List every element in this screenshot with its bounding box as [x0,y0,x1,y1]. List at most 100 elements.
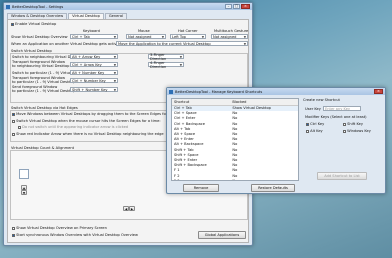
transport-neighbour-key-select[interactable]: Ctrl + Arrow Key ▼ [70,62,118,67]
create-shortcut-header: Create new Shortcut [303,98,340,102]
show-primary-row[interactable]: Show Virtual Desktop Overview on Primary… [12,226,107,230]
transport-particular-key-select[interactable]: Ctrl + Number Key ▼ [70,78,118,83]
chevron-down-icon: ▼ [243,41,246,46]
show-primary-checkbox[interactable] [12,226,15,230]
col-header-hot-corner: Hot Corner [178,29,198,33]
chevron-down-icon: ▼ [179,62,182,67]
maximize-button[interactable]: □ [233,4,240,9]
alt-key-row[interactable]: Alt Key [306,129,323,133]
start-sync-row[interactable]: Start synchronous Window Overview with V… [12,233,138,237]
show-vd-hot-corner-value: Left Top [172,34,186,39]
show-vd-mouse-select[interactable]: Not assigned ▼ [126,34,166,39]
grid-horizontal-stepper: ◀ ▶ [123,206,135,211]
red-indicator-label: Show red Indicator Arrow when there is n… [16,132,164,136]
switch-neighbour-gesture-select[interactable]: 3-Finger Direction ▼ [148,52,184,61]
chevron-down-icon: ▼ [243,34,246,39]
show-primary-label: Show Virtual Desktop Overview on Primary… [16,226,107,230]
hot-edges-opt3-row[interactable]: Do not switch until the appearing indica… [18,125,128,129]
indicator-click-label: Do not switch until the appearing indica… [22,125,129,129]
send-particular-label: Send foreground Window to particular (1 … [12,85,75,93]
transport-particular-key-value: Ctrl + Number Key [72,78,106,83]
restore-defaults-button[interactable]: Restore Defaults [251,184,295,192]
chevron-down-icon: ▼ [201,34,204,39]
start-sync-checkbox[interactable] [12,233,15,237]
minimize-button[interactable]: – [225,4,232,9]
switch-particular-key-value: Alt + Number Key [72,70,105,75]
shortcut-list[interactable]: Shortcut Blocked Ctrl + Tab Show Virtual … [171,98,299,181]
shortcut-rows: Ctrl + Tab Show Virtual Desktop Ctrl + Spa… [172,105,298,181]
hot-edges-opt1-row[interactable]: Move Windows between Virtual Desktops by… [12,112,181,116]
dialog-app-icon [169,89,173,94]
start-sync-label: Start synchronous Window Overview with V… [16,233,138,237]
user-key-input[interactable]: Enter any Key [323,106,361,111]
chevron-down-icon: ▼ [113,70,116,75]
show-vd-keyboard-value: Ctrl + Tab [72,34,90,39]
chevron-down-icon: ▼ [113,34,116,39]
window-title: BetterDesktopTool - Settings [12,4,64,9]
col-header-multitouch: Multitouch Gesture [214,29,249,33]
switch-neighbour-key-select[interactable]: Alt + Arrow Key ▼ [70,54,118,59]
shortcut-row[interactable]: F 3 No [172,178,298,181]
hot-edges-opt4-row[interactable]: Show red Indicator Arrow when there is n… [12,132,164,136]
ctrl-key-checkbox[interactable] [306,122,309,126]
transport-particular-label: Transport foreground Window to particula… [12,76,75,84]
hot-edges-opt2-row[interactable]: Switch Virtual Desktop when the mouse cu… [12,119,161,123]
modifier-header: Modifier Keys (Select one at least) [305,115,367,119]
send-particular-key-select[interactable]: Shift + Number Key ▼ [70,87,118,92]
alt-key-checkbox[interactable] [306,129,309,133]
app-activated-value: Move the Application to the current Virt… [118,41,211,46]
ctrl-key-row[interactable]: Ctrl Key [306,122,324,126]
chevron-down-icon: ▼ [161,34,164,39]
transport-neighbour-gesture-value: 4-Finger Direction [150,60,167,69]
switch-neighbour-gesture-value: 3-Finger Direction [150,52,167,61]
switch-particular-key-select[interactable]: Alt + Number Key ▼ [70,70,118,75]
send-particular-key-value: Shift + Number Key [72,87,108,92]
remove-button[interactable]: Remove [183,184,219,192]
switch-neighbour-key-value: Alt + Arrow Key [72,54,101,59]
global-applications-button[interactable]: Global Applications [198,231,246,239]
grid-stepper: ▲ ▼ [21,185,27,195]
col-header-mouse: Mouse [138,29,150,33]
show-vd-keyboard-select[interactable]: Ctrl + Tab ▼ [70,34,118,39]
red-indicator-checkbox[interactable] [12,132,15,136]
transport-neighbour-label: Transport foreground Window to neighbour… [12,60,70,68]
shortcuts-dialog: BetterDesktopTool - Manage Keyboard Shor… [166,87,386,194]
enable-vd-checkbox[interactable] [11,22,14,26]
shift-key-checkbox[interactable] [343,122,346,126]
shift-key-row[interactable]: Shift Key [343,122,363,126]
chevron-down-icon: ▼ [113,54,116,59]
windows-key-checkbox[interactable] [343,129,346,133]
transport-neighbour-key-value: Ctrl + Arrow Key [72,62,102,67]
ctrl-key-label: Ctrl Key [310,122,325,126]
desktop-grid-preview [19,169,29,179]
windows-key-label: Windows Key [347,129,371,133]
enable-vd-row[interactable]: Enable Virtual Desktop [11,22,56,26]
show-vd-label: Show Virtual Desktop Overview [11,35,68,39]
show-vd-multitouch-value: Not assigned [213,34,237,39]
chevron-down-icon: ▼ [179,54,182,59]
add-shortcut-button[interactable]: Add Shortcut to List [317,172,367,180]
show-vd-multitouch-select[interactable]: Not assigned ▼ [211,34,248,39]
drag-edges-checkbox[interactable] [12,112,15,116]
windows-key-row[interactable]: Windows Key [343,129,371,133]
indicator-click-checkbox[interactable] [18,125,21,129]
grid-right-arrow-icon[interactable]: ▶ [129,206,135,211]
grid-down-arrow-icon[interactable]: ▼ [21,190,27,195]
user-key-label: User Key [305,107,321,111]
dialog-title: BetterDesktopTool - Manage Keyboard Shor… [175,89,263,94]
col-header-keyboard: Keyboard [83,29,100,33]
shortcut-blocked-cell: No [232,178,238,181]
app-activated-select[interactable]: Move the Application to the current Virt… [116,41,248,46]
settings-titlebar[interactable]: BetterDesktopTool - Settings – □ × [4,3,252,10]
shortcut-key-cell: F 3 [174,178,180,181]
transport-neighbour-gesture-select[interactable]: 4-Finger Direction ▼ [148,60,184,69]
show-vd-hot-corner-select[interactable]: Left Top ▼ [170,34,206,39]
chevron-down-icon: ▼ [113,87,116,92]
dialog-close-button[interactable]: × [374,89,383,94]
dialog-titlebar[interactable]: BetterDesktopTool - Manage Keyboard Shor… [167,88,385,95]
close-button[interactable]: × [241,4,250,9]
app-activated-label: When an Application on another Virtual D… [11,42,126,46]
cursor-edges-checkbox[interactable] [12,119,15,123]
drag-edges-label: Move Windows between Virtual Desktops by… [16,112,181,116]
chevron-down-icon: ▼ [113,62,116,67]
